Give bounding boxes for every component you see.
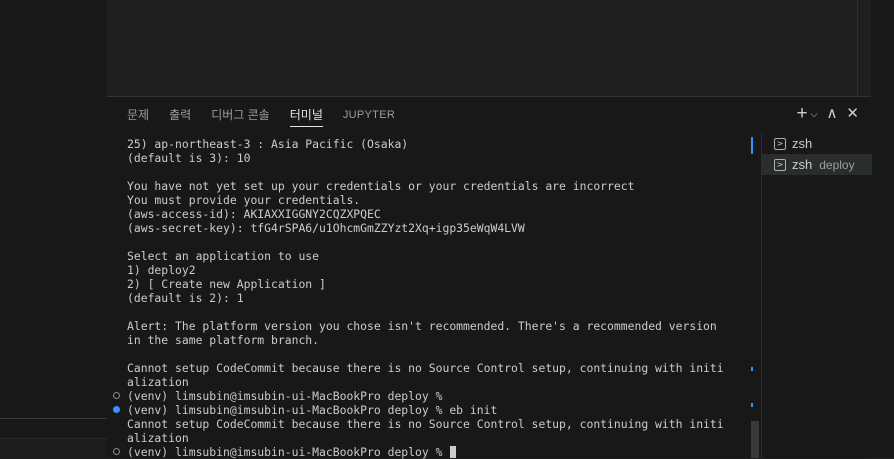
terminal-line: alization	[127, 375, 189, 389]
editor-ruler	[857, 0, 858, 96]
new-terminal-plus-icon[interactable]: +	[797, 104, 808, 123]
maximize-panel-chevron-up-icon[interactable]: ∧	[826, 105, 837, 123]
terminal-icon: >	[774, 137, 786, 150]
terminal-line: alization	[127, 431, 189, 445]
terminal-line: You must provide your credentials.	[127, 193, 361, 207]
tab-jupyter[interactable]: JUPYTER	[343, 97, 395, 133]
left-sidebar	[0, 0, 107, 458]
terminal-launch-dropdown-icon[interactable]: ⌵	[811, 105, 818, 123]
close-panel-icon[interactable]: ✕	[846, 105, 859, 123]
terminal-line: (aws-secret-key): tfG4rSPA6/u1OhcmGmZZYz…	[127, 221, 525, 235]
terminal-line: 2) [ Create new Application ]	[127, 277, 326, 291]
terminal-line: Cannot setup CodeCommit because there is…	[127, 417, 724, 431]
command-decoration-icon[interactable]	[113, 392, 120, 399]
terminal-list-item-zsh-deploy[interactable]: > zsh deploy	[762, 154, 872, 175]
terminal-output[interactable]: 25) ap-northeast-3 : Asia Pacific (Osaka…	[107, 133, 759, 459]
terminal-list-item-zsh[interactable]: > zsh	[762, 133, 872, 154]
terminal-line: Select an application to use	[127, 249, 320, 263]
terminal-line: 1) deploy2	[127, 263, 196, 277]
terminal-line: You have not yet set up your credentials…	[127, 179, 635, 193]
tab-terminal[interactable]: 터미널	[289, 97, 323, 133]
terminal-command-line: (venv) limsubin@imsubin-ui-MacBookPro de…	[127, 403, 498, 417]
terminal-icon: >	[774, 158, 786, 171]
terminal-line: (aws-access-id): AKIAXXIGGNY2CQZXPQEC	[127, 207, 381, 221]
terminal-prompt-line: (venv) limsubin@imsubin-ui-MacBookPro de…	[127, 389, 443, 403]
terminal-cursor	[450, 446, 457, 458]
tab-problems[interactable]: 문제	[127, 97, 149, 133]
editor-area[interactable]	[107, 0, 871, 96]
terminal-line: Cannot setup CodeCommit because there is…	[127, 361, 724, 375]
bottom-panel: 문제 출력 디버그 콘솔 터미널 JUPYTER + ⌵ ∧ ✕ 25) ap-…	[107, 96, 872, 459]
command-success-decoration-icon[interactable]	[113, 406, 120, 413]
terminal-list-item-label: zsh	[792, 157, 813, 172]
terminal-line: (default is 3): 10	[127, 151, 251, 165]
panel-actions: + ⌵ ∧ ✕	[797, 104, 860, 123]
sidebar-lower-section	[0, 438, 107, 458]
terminal-scrollbar-thumb[interactable]	[751, 421, 759, 458]
right-edge-strip	[871, 0, 894, 457]
command-decoration-icon[interactable]	[113, 448, 120, 455]
terminal-line: 25) ap-northeast-3 : Asia Pacific (Osaka…	[127, 137, 409, 151]
terminal-list: > zsh > zsh deploy	[761, 133, 872, 458]
tab-output[interactable]: 출력	[169, 97, 191, 133]
terminal-list-item-cwd: deploy	[819, 157, 855, 172]
scroll-overview-marker	[751, 367, 753, 371]
terminal-line: in the same platform branch.	[127, 333, 320, 347]
scroll-overview-marker	[751, 403, 753, 407]
terminal-line: (default is 2): 1	[127, 291, 244, 305]
scroll-overview-marker	[751, 137, 753, 154]
terminal-line: Alert: The platform version you chose is…	[127, 319, 717, 333]
panel-tabs: 문제 출력 디버그 콘솔 터미널 JUPYTER	[107, 97, 395, 133]
terminal-list-item-label: zsh	[792, 136, 813, 151]
sidebar-divider	[0, 418, 107, 419]
tab-debug-console[interactable]: 디버그 콘솔	[211, 97, 270, 133]
